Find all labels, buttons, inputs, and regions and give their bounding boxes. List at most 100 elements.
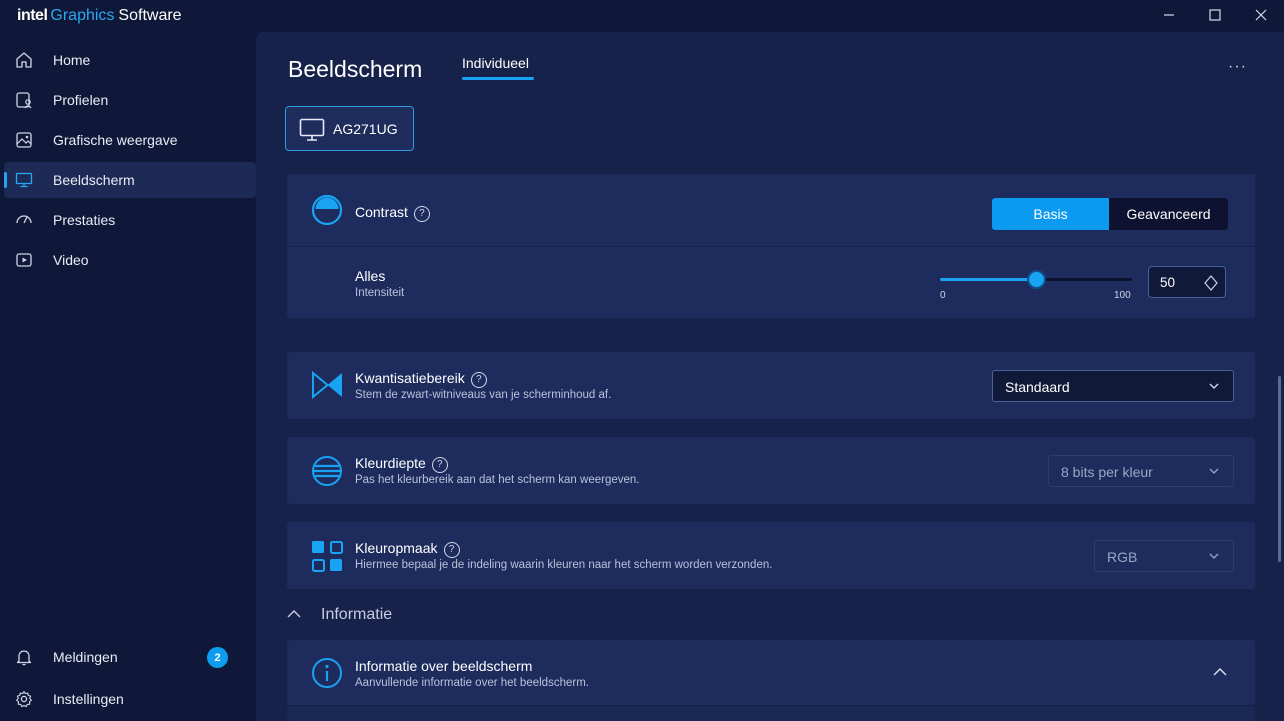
brand-software: Software xyxy=(118,7,182,24)
gear-icon xyxy=(16,690,32,708)
display-info-title: Informatie over beeldscherm xyxy=(355,658,533,674)
chevron-down-icon xyxy=(1209,553,1219,559)
quantization-title: Kwantisatiebereik? xyxy=(355,370,487,388)
chevron-up-icon xyxy=(287,610,301,618)
color-depth-card: Kleurdiepte? Pas het kleurbereik aan dat… xyxy=(287,437,1255,504)
mode-advanced-button[interactable]: Geavanceerd xyxy=(1109,198,1228,230)
color-format-title-text: Kleuropmaak xyxy=(355,540,438,556)
help-icon[interactable]: ? xyxy=(443,542,460,558)
gauge-icon xyxy=(16,215,32,224)
color-format-desc: Hiermee bepaal je de indeling waarin kle… xyxy=(355,559,773,571)
page-title: Beeldscherm xyxy=(288,56,423,82)
color-format-dropdown[interactable]: RGB xyxy=(1094,540,1234,572)
spinner-icon[interactable] xyxy=(1204,275,1218,291)
sidebar-item-label: Prestaties xyxy=(53,212,116,228)
video-icon xyxy=(16,253,32,267)
slider-min-label: 0 xyxy=(940,290,946,301)
dropdown-value: RGB xyxy=(1107,549,1138,565)
sidebar-item-notifications[interactable]: Meldingen 2 xyxy=(4,639,256,675)
color-format-card: Kleuropmaak? Hiermee bepaal je de indeli… xyxy=(287,522,1255,589)
chevron-down-icon xyxy=(1209,468,1219,474)
mode-basic-button[interactable]: Basis xyxy=(992,198,1109,230)
maximize-icon xyxy=(1209,9,1221,21)
sidebar-item-label: Grafische weergave xyxy=(53,132,178,148)
tab-active-indicator xyxy=(462,77,534,80)
color-depth-title-text: Kleurdiepte xyxy=(355,455,426,471)
monitor-select-button[interactable]: AG271UG xyxy=(285,106,414,151)
contrast-title: Contrast? xyxy=(355,204,430,222)
sidebar-item-label: Profielen xyxy=(53,92,109,108)
contrast-card: Contrast? Basis Geavanceerd Alles Intens… xyxy=(287,174,1255,318)
contrast-intensity-caption: Intensiteit xyxy=(355,287,405,299)
contrast-icon xyxy=(311,194,343,226)
sidebar-item-graphics[interactable]: Grafische weergave xyxy=(4,122,256,158)
display-info-card[interactable]: Informatie over beeldscherm Aanvullende … xyxy=(287,640,1255,705)
info-icon xyxy=(312,658,342,688)
slider-fill xyxy=(940,278,1036,281)
profiles-icon xyxy=(16,92,32,109)
contrast-all-label: Alles xyxy=(355,268,386,284)
color-depth-dropdown[interactable]: 8 bits per kleur xyxy=(1048,455,1234,487)
app-title: intel Graphics Software xyxy=(17,7,182,25)
quantization-title-text: Kwantisatiebereik xyxy=(355,370,465,386)
contrast-value: 50 xyxy=(1160,275,1176,290)
chevron-down-icon xyxy=(1209,383,1219,389)
minimize-icon xyxy=(1164,14,1174,16)
sidebar: Home Profielen Grafische weergave Beelds… xyxy=(0,32,256,721)
display-info-body xyxy=(287,705,1255,721)
dropdown-value: Standaard xyxy=(1005,379,1070,395)
contrast-title-text: Contrast xyxy=(355,204,408,220)
sidebar-item-label: Video xyxy=(53,252,89,268)
contrast-slider[interactable] xyxy=(940,270,1132,289)
brand-intel: intel xyxy=(17,7,48,24)
sidebar-item-home[interactable]: Home xyxy=(4,42,256,78)
collapse-chevron-icon[interactable] xyxy=(1213,667,1227,677)
divider xyxy=(287,246,1255,247)
sidebar-item-video[interactable]: Video xyxy=(4,242,256,278)
help-icon[interactable]: ? xyxy=(431,457,448,473)
more-options-icon[interactable]: ··· xyxy=(1228,58,1247,76)
title-bar: intel Graphics Software xyxy=(0,0,1284,32)
help-icon[interactable]: ? xyxy=(413,206,430,222)
quantization-icon xyxy=(312,371,342,399)
monitor-name: AG271UG xyxy=(333,121,398,137)
brand-graphics: Graphics xyxy=(50,7,115,24)
display-info-desc: Aanvullende informatie over het beeldsch… xyxy=(355,677,589,689)
color-depth-desc: Pas het kleurbereik aan dat het scherm k… xyxy=(355,474,640,486)
sidebar-item-label: Meldingen xyxy=(53,649,118,665)
sidebar-item-profiles[interactable]: Profielen xyxy=(4,82,256,118)
quantization-desc: Stem de zwart-witniveaus van je schermin… xyxy=(355,389,612,401)
active-indicator xyxy=(4,172,7,188)
dropdown-value: 8 bits per kleur xyxy=(1061,464,1153,480)
info-section-title: Informatie xyxy=(321,606,393,623)
contrast-mode-toggle: Basis Geavanceerd xyxy=(992,198,1228,230)
sidebar-item-display[interactable]: Beeldscherm xyxy=(4,162,256,198)
color-format-title: Kleuropmaak? xyxy=(355,540,460,558)
color-format-icon xyxy=(312,541,343,572)
contrast-value-input[interactable]: 50 xyxy=(1148,266,1226,298)
close-icon xyxy=(1255,9,1267,21)
home-icon xyxy=(16,52,32,68)
sidebar-item-label: Home xyxy=(53,52,91,68)
quantization-card: Kwantisatiebereik? Stem de zwart-witnive… xyxy=(287,352,1255,419)
slider-thumb[interactable] xyxy=(1026,270,1046,289)
minimize-button[interactable] xyxy=(1156,4,1182,26)
quantization-dropdown[interactable]: Standaard xyxy=(992,370,1234,402)
monitor-icon xyxy=(15,172,33,188)
notification-badge: 2 xyxy=(207,647,228,668)
slider-max-label: 100 xyxy=(1114,290,1131,301)
color-depth-icon xyxy=(312,456,342,486)
sidebar-item-settings[interactable]: Instellingen xyxy=(4,681,256,717)
image-icon xyxy=(16,132,32,148)
maximize-button[interactable] xyxy=(1202,4,1228,26)
sidebar-item-label: Beeldscherm xyxy=(53,172,135,188)
scrollbar[interactable] xyxy=(1278,376,1281,562)
help-icon[interactable]: ? xyxy=(470,372,487,388)
bell-icon xyxy=(16,650,32,666)
tab-individual[interactable]: Individueel xyxy=(462,55,529,71)
monitor-icon xyxy=(299,118,325,141)
sidebar-item-performance[interactable]: Prestaties xyxy=(4,202,256,238)
sidebar-item-label: Instellingen xyxy=(53,691,124,707)
close-button[interactable] xyxy=(1248,4,1274,26)
color-depth-title: Kleurdiepte? xyxy=(355,455,448,473)
